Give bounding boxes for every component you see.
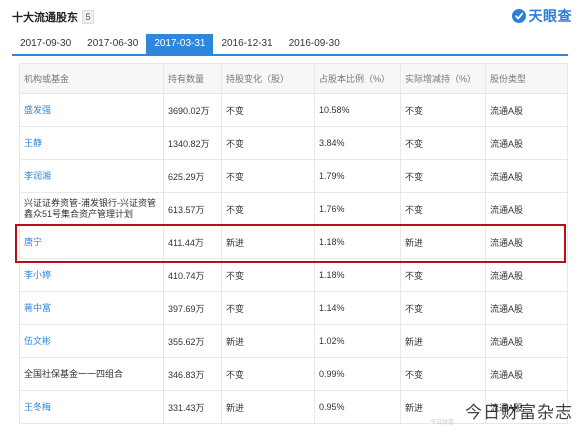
holding-change: 不变: [221, 291, 315, 325]
holding-change: 不变: [221, 93, 315, 127]
header-amount: 持有数量: [163, 63, 222, 94]
share-ratio: 0.99%: [314, 357, 401, 391]
share-type: 流通A股: [485, 159, 568, 193]
share-type: 流通A股: [485, 126, 568, 160]
header-share-type: 股份类型: [485, 63, 568, 94]
holding-change: 不变: [221, 126, 315, 160]
share-ratio: 1.02%: [314, 324, 401, 358]
share-type: 流通A股: [485, 324, 568, 358]
holding-amount: 331.43万: [163, 390, 222, 424]
actual-change: 不变: [400, 159, 486, 193]
share-ratio: 1.79%: [314, 159, 401, 193]
count-badge: 5: [82, 10, 94, 24]
header-actual-change: 实际增减持（%）: [400, 63, 486, 94]
share-ratio: 0.95%: [314, 390, 401, 424]
holder-name[interactable]: 王冬梅: [19, 390, 164, 424]
holding-amount: 613.57万: [163, 192, 222, 226]
header-change: 持股变化（股）: [221, 63, 315, 94]
share-type: 流通A股: [485, 291, 568, 325]
share-ratio: 1.76%: [314, 192, 401, 226]
share-ratio: 1.18%: [314, 258, 401, 292]
holding-change: 不变: [221, 192, 315, 226]
holding-amount: 410.74万: [163, 258, 222, 292]
section-title: 十大流通股东: [12, 12, 78, 24]
share-ratio: 10.58%: [314, 93, 401, 127]
actual-change: 新进: [400, 225, 486, 259]
tab-2016-12-31[interactable]: 2016-12-31: [213, 34, 280, 54]
table-row: 盛发强 3690.02万 不变 10.58% 不变 流通A股: [19, 93, 568, 127]
actual-change: 不变: [400, 192, 486, 226]
holder-name[interactable]: 李润湘: [19, 159, 164, 193]
share-type: 流通A股: [485, 192, 568, 226]
holder-name[interactable]: 王静: [19, 126, 164, 160]
holding-amount: 411.44万: [163, 225, 222, 259]
actual-change: 不变: [400, 126, 486, 160]
holder-name[interactable]: 盛发强: [19, 93, 164, 127]
tianyancha-logo-icon: [511, 9, 526, 23]
table-row: 唐宁 411.44万 新进 1.18% 新进 流通A股: [19, 225, 568, 259]
actual-change: 新进: [400, 324, 486, 358]
share-ratio: 1.18%: [314, 225, 401, 259]
actual-change: 不变: [400, 291, 486, 325]
page-header: 十大流通股东 5 天眼查: [0, 0, 580, 30]
tab-2017-06-30[interactable]: 2017-06-30: [79, 34, 146, 54]
share-ratio: 1.14%: [314, 291, 401, 325]
brand-logo[interactable]: 天眼查: [511, 7, 573, 25]
table-row: 蒋中富 397.69万 不变 1.14% 不变 流通A股: [19, 291, 568, 325]
share-type: 流通A股: [485, 390, 568, 424]
share-type: 流通A股: [485, 357, 568, 391]
holding-amount: 625.29万: [163, 159, 222, 193]
holding-amount: 397.69万: [163, 291, 222, 325]
actual-change: 不变: [400, 357, 486, 391]
share-type: 流通A股: [485, 225, 568, 259]
share-type: 流通A股: [485, 258, 568, 292]
tab-2017-09-30[interactable]: 2017-09-30: [12, 34, 79, 54]
holding-change: 不变: [221, 357, 315, 391]
holding-amount: 346.83万: [163, 357, 222, 391]
table-header-row: 机构或基金 持有数量 持股变化（股） 占股本比例（%） 实际增减持（%） 股份类…: [19, 63, 568, 94]
header-holder: 机构或基金: [19, 63, 164, 94]
holding-change: 新进: [221, 324, 315, 358]
holder-name: 兴证证券资管-浦发银行-兴证资管鑫众51号集合资产管理计划: [19, 192, 164, 226]
holder-name[interactable]: 蒋中富: [19, 291, 164, 325]
holding-change: 不变: [221, 159, 315, 193]
shareholder-page: 十大流通股东 5 天眼查 2017-09-30 2017-06-30 2017-…: [0, 0, 580, 433]
table-row: 王静 1340.82万 不变 3.84% 不变 流通A股: [19, 126, 568, 160]
holding-amount: 3690.02万: [163, 93, 222, 127]
table-row: 伍文彬 355.62万 新进 1.02% 新进 流通A股: [19, 324, 568, 358]
shareholder-table: 机构或基金 持有数量 持股变化（股） 占股本比例（%） 实际增减持（%） 股份类…: [19, 63, 568, 424]
holder-name[interactable]: 伍文彬: [19, 324, 164, 358]
actual-change: 不变: [400, 93, 486, 127]
holding-amount: 355.62万: [163, 324, 222, 358]
table-body: 盛发强 3690.02万 不变 10.58% 不变 流通A股 王静 1340.82万 不变 3.8…: [19, 93, 568, 424]
period-tabs: 2017-09-30 2017-06-30 2017-03-31 2016-12…: [12, 34, 568, 56]
header-ratio: 占股本比例（%）: [314, 63, 401, 94]
holding-change: 不变: [221, 258, 315, 292]
tab-2017-03-31[interactable]: 2017-03-31: [146, 34, 214, 54]
table-row: 王冬梅 331.43万 新进 0.95% 新进 流通A股: [19, 390, 568, 424]
holder-name: 全国社保基金一一四组合: [19, 357, 164, 391]
holder-name[interactable]: 唐宁: [19, 225, 164, 259]
table-row: 兴证证券资管-浦发银行-兴证资管鑫众51号集合资产管理计划 613.57万 不变 1.…: [19, 192, 568, 226]
actual-change: 不变: [400, 258, 486, 292]
holder-name[interactable]: 李小婷: [19, 258, 164, 292]
share-type: 流通A股: [485, 93, 568, 127]
table-row: 李润湘 625.29万 不变 1.79% 不变 流通A股: [19, 159, 568, 193]
tab-2016-09-30[interactable]: 2016-09-30: [281, 34, 348, 54]
holding-change: 新进: [221, 225, 315, 259]
actual-change: 新进: [400, 390, 486, 424]
table-row: 李小婷 410.74万 不变 1.18% 不变 流通A股: [19, 258, 568, 292]
holding-change: 新进: [221, 390, 315, 424]
brand-name: 天眼查: [528, 8, 572, 24]
holding-amount: 1340.82万: [163, 126, 222, 160]
share-ratio: 3.84%: [314, 126, 401, 160]
table-row: 全国社保基金一一四组合 346.83万 不变 0.99% 不变 流通A股: [19, 357, 568, 391]
